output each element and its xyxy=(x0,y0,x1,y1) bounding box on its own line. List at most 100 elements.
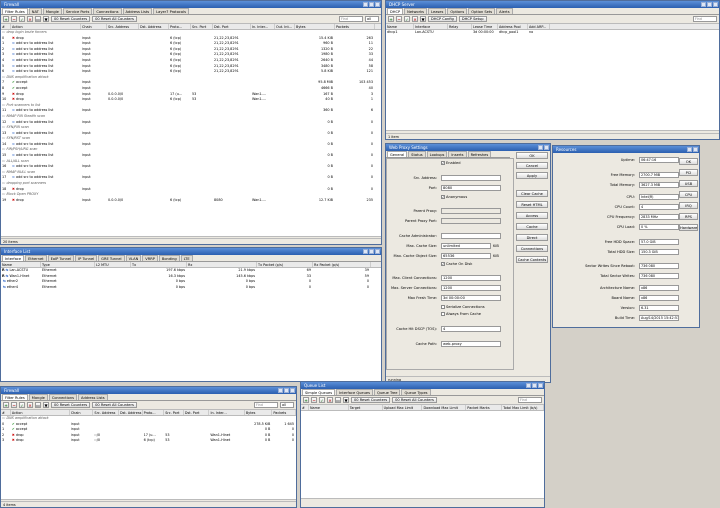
tab-item[interactable]: Status xyxy=(408,151,426,157)
maximize-icon[interactable] xyxy=(369,2,374,7)
max-fresh-time-input[interactable]: 3d 00:00:00 xyxy=(441,295,501,301)
close-icon[interactable] xyxy=(544,145,549,150)
column-header[interactable]: Bytes xyxy=(245,410,273,415)
column-header[interactable]: Out. Int... xyxy=(275,24,295,29)
reset-all-counters-button[interactable]: 00 Reset All Counters xyxy=(92,16,137,22)
column-header[interactable]: Name xyxy=(309,405,349,410)
tab-item[interactable]: Address Lists xyxy=(122,8,153,14)
minimize-icon[interactable] xyxy=(526,383,531,388)
table-row[interactable]: ⇆ether4 Ethernet 0 bps 0 bps 0 0 xyxy=(1,285,381,291)
tab-item[interactable]: Networks xyxy=(404,8,428,14)
column-header[interactable]: Action xyxy=(11,24,81,29)
dscp-input[interactable]: 4 xyxy=(441,326,501,332)
filter-icon[interactable]: ▼ xyxy=(420,16,426,22)
find-input[interactable]: Find xyxy=(693,16,717,22)
filter-icon[interactable]: ▼ xyxy=(343,397,349,403)
proxy-button-cache[interactable]: Cache xyxy=(516,223,548,230)
title-bar[interactable]: Firewall xyxy=(1,387,296,394)
title-bar[interactable]: Queue List xyxy=(301,382,544,389)
tab-item[interactable]: Connections xyxy=(93,8,122,14)
tab-item[interactable]: Queue Tree xyxy=(374,389,401,395)
tab-item[interactable]: Address Lists xyxy=(78,394,108,400)
column-header[interactable]: Tx xyxy=(131,262,187,267)
column-header[interactable]: Upload Max Limit xyxy=(383,405,423,410)
column-header[interactable]: Dst. Address xyxy=(139,24,169,29)
column-header[interactable]: Name xyxy=(1,262,41,267)
column-header[interactable]: Add ARP... xyxy=(528,24,550,29)
column-header[interactable]: Relay xyxy=(448,24,472,29)
tab-item[interactable]: Simple Queues xyxy=(302,389,336,395)
column-header[interactable]: L2 MTU xyxy=(95,262,131,267)
cache-admin-input[interactable] xyxy=(441,233,501,239)
tab-item[interactable]: Connections xyxy=(48,394,78,400)
max-client-connections-input[interactable]: 1200 xyxy=(441,275,501,281)
resources-button-rps[interactable]: RPS xyxy=(679,213,698,220)
close-icon[interactable] xyxy=(290,388,295,393)
proxy-button-access[interactable]: Access xyxy=(516,212,548,219)
remove-icon[interactable]: − xyxy=(11,402,17,408)
tab-item[interactable]: Interface Queues xyxy=(336,389,374,395)
disable-icon[interactable]: ✕ xyxy=(27,402,33,408)
serialize-checkbox[interactable]: Serialize Connections xyxy=(441,305,485,310)
proxy-button-direct[interactable]: Direct xyxy=(516,234,548,241)
column-header[interactable]: Dst. Port xyxy=(213,24,251,29)
add-icon[interactable]: + xyxy=(3,402,9,408)
close-icon[interactable] xyxy=(375,249,380,254)
column-header[interactable]: Proto... xyxy=(169,24,191,29)
dhcp-setup-button[interactable]: DHCP Setup xyxy=(458,16,487,22)
resources-button-pci[interactable]: PCI xyxy=(679,169,698,176)
tab-item[interactable]: Mangle xyxy=(28,394,48,400)
disable-icon[interactable]: ✕ xyxy=(27,16,33,22)
proxy-button-cancel[interactable]: Cancel xyxy=(516,162,548,169)
resources-button-cpu[interactable]: CPU xyxy=(679,191,698,198)
filter-icon[interactable]: ▼ xyxy=(43,402,49,408)
reset-all-counters-button[interactable]: 00 Reset All Counters xyxy=(92,402,137,408)
tab-item[interactable]: GRE Tunnel xyxy=(98,255,125,261)
reset-counters-button[interactable]: 00 Reset Counters xyxy=(51,402,91,408)
tab-item[interactable]: Refreshes xyxy=(467,151,492,157)
column-header[interactable]: Rx Packet (p/s) xyxy=(313,262,371,267)
enable-icon[interactable]: ✓ xyxy=(19,16,25,22)
reset-counters-button[interactable]: 00 Reset Counters xyxy=(51,16,91,22)
tab-item[interactable]: Mangle xyxy=(42,8,62,14)
add-icon[interactable]: + xyxy=(303,397,309,403)
column-header[interactable]: Dst. Address xyxy=(119,410,143,415)
title-bar[interactable]: Interface List xyxy=(1,248,381,255)
column-header[interactable]: Type xyxy=(41,262,95,267)
close-icon[interactable] xyxy=(713,2,718,7)
minimize-icon[interactable] xyxy=(701,2,706,7)
tab-item[interactable]: Leases xyxy=(428,8,447,14)
column-header[interactable]: Chain xyxy=(81,24,107,29)
column-header[interactable]: # xyxy=(301,405,309,410)
minimize-icon[interactable] xyxy=(278,388,283,393)
proxy-button-cache-contents[interactable]: Cache Contents xyxy=(516,256,548,263)
tab-item[interactable]: VLAN xyxy=(125,255,142,261)
enable-icon[interactable]: ✓ xyxy=(19,402,25,408)
disable-icon[interactable]: ✕ xyxy=(412,16,418,22)
column-header[interactable]: Name xyxy=(386,24,414,29)
tab-item[interactable]: Interface xyxy=(2,255,25,261)
maximize-icon[interactable] xyxy=(707,2,712,7)
column-header[interactable]: Address Pool xyxy=(498,24,528,29)
maximize-icon[interactable] xyxy=(532,383,537,388)
find-input[interactable]: Find xyxy=(339,16,363,22)
max-cache-size-input[interactable]: unlimited xyxy=(441,243,491,249)
tab-item[interactable]: Options xyxy=(447,8,468,14)
parent-proxy-port-input[interactable] xyxy=(441,218,501,224)
tab-item[interactable]: General xyxy=(387,151,408,157)
title-bar[interactable]: Resources xyxy=(553,146,699,153)
find-input[interactable]: Find xyxy=(518,397,542,403)
src-address-input[interactable] xyxy=(441,175,501,181)
close-icon[interactable] xyxy=(538,383,543,388)
reset-counters-button[interactable]: 00 Reset Counters xyxy=(351,397,391,403)
close-icon[interactable] xyxy=(375,2,380,7)
column-header[interactable]: In. Inter... xyxy=(251,24,275,29)
proxy-button-clear-cache[interactable]: Clear Cache xyxy=(516,190,548,197)
tab-item[interactable]: LTE xyxy=(180,255,193,261)
column-header[interactable]: Packet Marks xyxy=(466,405,503,410)
tab-item[interactable]: Inserts xyxy=(448,151,467,157)
column-header[interactable]: Proto... xyxy=(143,410,165,415)
tab-item[interactable]: Service Ports xyxy=(62,8,93,14)
column-header[interactable]: # xyxy=(1,410,11,415)
column-header[interactable]: Packets xyxy=(335,24,375,29)
